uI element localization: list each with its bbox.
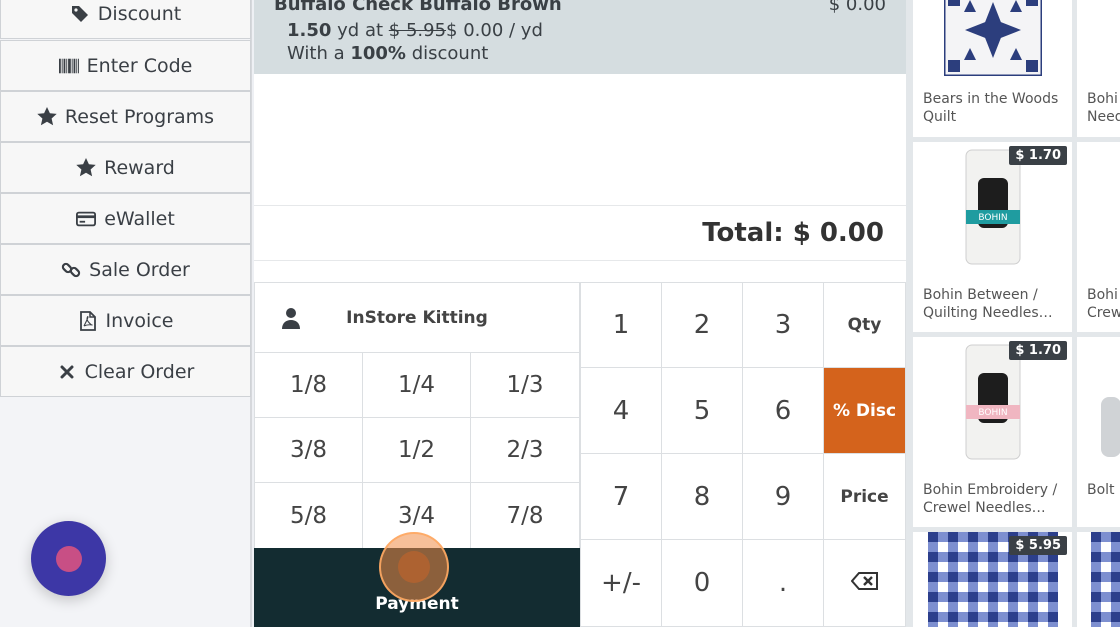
invoice-button[interactable]: Invoice bbox=[0, 295, 251, 346]
order-line-item[interactable]: Buffalo Check Buffalo Brown $ 0.00 1.50 … bbox=[254, 0, 906, 74]
line-item-old-price: $ 5.95 bbox=[388, 20, 447, 41]
product-title: Bohi Crew bbox=[1087, 287, 1120, 321]
line-item-detail: 1.50 yd at $ 5.95$ 0.00 / yd bbox=[287, 20, 543, 41]
sale-order-label: Sale Order bbox=[89, 258, 190, 281]
line-item-qty: 1.50 bbox=[287, 20, 332, 41]
clear-order-button[interactable]: Clear Order bbox=[0, 346, 251, 397]
enter-code-label: Enter Code bbox=[86, 54, 193, 77]
digit-button[interactable]: 8 bbox=[661, 453, 743, 540]
line-item-new-price: $ 0.00 / yd bbox=[446, 20, 543, 41]
discount-prefix: With a bbox=[287, 43, 345, 64]
discount-suffix: discount bbox=[411, 43, 489, 64]
order-total: Total: $ 0.00 bbox=[254, 205, 906, 261]
price-button[interactable]: Price bbox=[823, 453, 906, 540]
fraction-button[interactable]: 7/8 bbox=[470, 482, 580, 549]
line-item-price: $ 0.00 bbox=[828, 0, 886, 15]
line-item-name: Buffalo Check Buffalo Brown bbox=[274, 0, 562, 15]
product-card[interactable]: $ 5.95 bbox=[913, 532, 1072, 627]
backspace-icon bbox=[850, 572, 879, 594]
digit-button[interactable]: 7 bbox=[580, 453, 662, 540]
star-icon bbox=[37, 107, 57, 127]
percent-discount-button[interactable]: % Disc bbox=[823, 367, 906, 454]
action-sidebar: Discount Enter Code Reset Programs Rewar… bbox=[0, 0, 252, 627]
discount-label: Discount bbox=[97, 2, 182, 25]
reward-button[interactable]: Reward bbox=[0, 142, 251, 193]
reward-label: Reward bbox=[104, 156, 175, 179]
invoice-label: Invoice bbox=[105, 309, 174, 332]
product-card[interactable]: Bolt bbox=[1077, 337, 1120, 527]
chat-launcher-button[interactable] bbox=[31, 521, 106, 596]
fraction-button[interactable]: 5/8 bbox=[254, 482, 363, 549]
fraction-button[interactable]: 1/2 bbox=[362, 417, 471, 483]
link-icon bbox=[61, 260, 81, 280]
digit-button[interactable]: 6 bbox=[742, 367, 824, 454]
svg-text:BOHIN: BOHIN bbox=[978, 408, 1007, 418]
line-item-unit: yd at bbox=[337, 20, 384, 41]
reset-programs-button[interactable]: Reset Programs bbox=[0, 91, 251, 142]
fraction-button[interactable]: 2/3 bbox=[470, 417, 580, 483]
product-grid: Bears in the Woods Quilt Bohi Need BOHIN… bbox=[906, 0, 1120, 627]
digit-button[interactable]: 9 bbox=[742, 453, 824, 540]
customer-selector[interactable]: InStore Kitting bbox=[254, 282, 580, 353]
digit-button[interactable]: 3 bbox=[742, 282, 824, 368]
digit-button[interactable]: 2 bbox=[661, 282, 743, 368]
quilt-thumbnail bbox=[942, 0, 1044, 78]
user-icon bbox=[282, 307, 300, 334]
product-card[interactable]: Bears in the Woods Quilt bbox=[913, 0, 1072, 137]
plus-minus-button[interactable]: +/- bbox=[580, 539, 662, 627]
product-card[interactable] bbox=[1077, 532, 1120, 627]
chat-dot-icon bbox=[55, 545, 82, 572]
product-title: Bohi Need bbox=[1087, 91, 1120, 125]
order-panel: Buffalo Check Buffalo Brown $ 0.00 1.50 … bbox=[254, 0, 906, 282]
touch-indicator bbox=[379, 532, 449, 602]
product-title: Bohin Between / Quilting Needles… bbox=[923, 287, 1053, 321]
digit-button[interactable]: 0 bbox=[661, 539, 743, 627]
product-title: Bears in the Woods Quilt bbox=[923, 91, 1059, 125]
discount-button[interactable]: Discount bbox=[0, 0, 251, 39]
star-icon bbox=[76, 158, 96, 178]
gingham-thumbnail bbox=[1091, 532, 1120, 627]
digit-button[interactable]: 1 bbox=[580, 282, 662, 368]
keypad: InStore Kitting 1/8 1/4 1/3 3/8 1/2 2/3 … bbox=[254, 282, 906, 627]
pdf-file-icon bbox=[78, 310, 98, 331]
decimal-button[interactable]: . bbox=[742, 539, 824, 627]
fraction-button[interactable]: 3/8 bbox=[254, 417, 363, 483]
product-title: Bohin Embroidery / Crewel Needles… bbox=[923, 482, 1058, 516]
product-card[interactable]: BOHIN $ 1.70 Bohin Embroidery / Crewel N… bbox=[913, 337, 1072, 527]
clear-order-label: Clear Order bbox=[84, 360, 195, 383]
price-badge: $ 1.70 bbox=[1009, 146, 1067, 165]
enter-code-button[interactable]: Enter Code bbox=[0, 40, 251, 91]
tag-icon bbox=[70, 4, 90, 24]
ewallet-button[interactable]: eWallet bbox=[0, 193, 251, 244]
digit-button[interactable]: 4 bbox=[580, 367, 662, 454]
line-item-discount: With a 100% discount bbox=[287, 43, 488, 64]
backspace-button[interactable] bbox=[823, 539, 906, 627]
digit-button[interactable]: 5 bbox=[661, 367, 743, 454]
product-card[interactable]: BOHIN $ 1.70 Bohin Between / Quilting Ne… bbox=[913, 142, 1072, 332]
ewallet-label: eWallet bbox=[104, 207, 175, 230]
needle-pack-thumbnail: BOHIN bbox=[958, 343, 1028, 461]
fraction-button[interactable]: 1/8 bbox=[254, 352, 363, 418]
price-badge: $ 5.95 bbox=[1009, 536, 1067, 555]
fraction-button[interactable]: 1/3 bbox=[470, 352, 580, 418]
product-card[interactable]: Bohi Need bbox=[1077, 0, 1120, 137]
svg-text:BOHIN: BOHIN bbox=[978, 213, 1007, 223]
sale-order-button[interactable]: Sale Order bbox=[0, 244, 251, 295]
reset-programs-label: Reset Programs bbox=[64, 105, 215, 128]
fraction-button[interactable]: 1/4 bbox=[362, 352, 471, 418]
credit-card-icon bbox=[76, 209, 97, 229]
qty-button[interactable]: Qty bbox=[823, 282, 906, 368]
product-title: Bolt bbox=[1087, 482, 1115, 498]
discount-value: 100% bbox=[350, 43, 406, 64]
customer-name: InStore Kitting bbox=[346, 307, 488, 328]
product-card[interactable]: Bohi Crew bbox=[1077, 142, 1120, 332]
needle-pack-thumbnail: BOHIN bbox=[958, 148, 1028, 266]
close-icon bbox=[57, 362, 77, 382]
price-badge: $ 1.70 bbox=[1009, 341, 1067, 360]
barcode-icon bbox=[58, 56, 79, 76]
bolt-thumbnail bbox=[1101, 397, 1120, 457]
